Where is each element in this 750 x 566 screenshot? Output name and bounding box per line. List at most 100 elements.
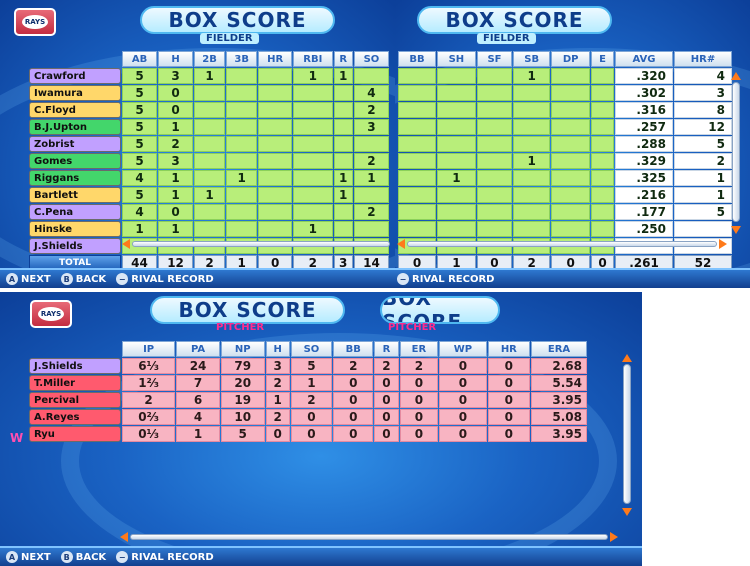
- pitch-stat-cell: 6: [176, 392, 220, 408]
- stat-cell: [551, 204, 591, 220]
- stat-cell: [437, 136, 476, 152]
- table-row[interactable]: Gomes 5 3 2: [29, 153, 389, 169]
- pitcher-rival-record-button[interactable]: − RIVAL RECORD: [116, 551, 214, 563]
- stat-cell: [551, 102, 591, 118]
- pitcher-scroll-up-icon[interactable]: [622, 354, 632, 362]
- stat-cell: [398, 153, 437, 169]
- table-row[interactable]: Percival 2 6 19 1 2 0 0 0 0 0 3.95: [29, 392, 587, 408]
- vertical-scrollbar[interactable]: [732, 82, 740, 222]
- pitcher-back-button[interactable]: B BACK: [60, 551, 106, 563]
- pitcher-scroll-left-icon[interactable]: [120, 532, 128, 542]
- pitcher-panel: RAYS BOX SCORE PITCHER BOX SCORE PITCHER…: [0, 292, 642, 566]
- stat-cell: [226, 85, 258, 101]
- table-row[interactable]: Iwamura 5 0 4: [29, 85, 389, 101]
- stat-cell: 1: [158, 221, 194, 237]
- table-row[interactable]: .316 8: [398, 102, 732, 118]
- win-marker: W: [10, 431, 24, 445]
- pitcher-scroll-right-icon[interactable]: [610, 532, 618, 542]
- stat-cell: [476, 170, 513, 186]
- stat-cell: [258, 85, 293, 101]
- pitcher-scroll-down-icon[interactable]: [622, 508, 632, 516]
- table-row[interactable]: .216 1: [398, 187, 732, 203]
- table-row[interactable]: C.Pena 4 0 2: [29, 204, 389, 220]
- scroll-right-icon[interactable]: [719, 239, 727, 249]
- pitch-column-header: ER: [399, 341, 439, 357]
- scroll-left-icon[interactable]: [122, 239, 130, 249]
- table-row[interactable]: .257 12: [398, 119, 732, 135]
- stat-cell: [333, 102, 353, 118]
- table-row[interactable]: Bartlett 5 1 1 1: [29, 187, 389, 203]
- table-row[interactable]: J.Shields 6⅓ 24 79 3 5 2 2 2 0 0 2.68: [29, 358, 587, 374]
- table-row[interactable]: A.Reyes 0⅔ 4 10 2 0 0 0 0 0 0 5.08: [29, 409, 587, 425]
- stat-cell: [513, 170, 551, 186]
- table-row[interactable]: .302 3: [398, 85, 732, 101]
- pitch-stat-cell: 10: [220, 409, 265, 425]
- stat-cell: 0: [158, 204, 194, 220]
- scroll-down-icon[interactable]: [731, 226, 741, 234]
- footer-right: − RIVAL RECORD: [395, 268, 750, 288]
- pitch-stat-cell: 1: [176, 426, 220, 442]
- scroll-up-icon[interactable]: [731, 72, 741, 80]
- stat-cell: [551, 119, 591, 135]
- stat-cell: .320: [615, 68, 673, 84]
- table-row[interactable]: C.Floyd 5 0 2: [29, 102, 389, 118]
- pitcher-horizontal-scrollbar[interactable]: [130, 534, 608, 540]
- stat-column-header: E: [591, 51, 614, 67]
- table-row[interactable]: T.Miller 1⅔ 7 20 2 1 0 0 0 0 0 5.54: [29, 375, 587, 391]
- stat-cell: .329: [615, 153, 673, 169]
- next-button[interactable]: A NEXT: [6, 273, 51, 285]
- pitch-stat-cell: 0: [439, 358, 487, 374]
- table-row[interactable]: .250: [398, 221, 732, 237]
- fielder-table-right: BB SH SF SB DP E AVG HR# 1.320 4.302 3.316 8.257 12…: [397, 50, 733, 272]
- pitch-stat-cell: 0: [374, 375, 399, 391]
- pitcher-subtitle-right: PITCHER: [388, 322, 437, 333]
- rival-record-button-right[interactable]: − RIVAL RECORD: [397, 273, 494, 285]
- stat-cell: [333, 204, 353, 220]
- stat-cell: [333, 153, 353, 169]
- pitcher-a-button-icon: A: [6, 551, 18, 563]
- stat-column-header: SF: [476, 51, 513, 67]
- pitcher-next-button[interactable]: A NEXT: [6, 551, 51, 563]
- player-name: B.J.Upton: [29, 119, 121, 135]
- scroll-left-icon-right[interactable]: [397, 239, 405, 249]
- back-button[interactable]: B BACK: [60, 273, 106, 285]
- table-row[interactable]: .288 5: [398, 136, 732, 152]
- rays-logo-pitcher: RAYS: [30, 300, 72, 328]
- stat-cell: [258, 153, 293, 169]
- pitch-stat-cell: 0: [333, 392, 374, 408]
- horizontal-scrollbar[interactable]: [132, 241, 390, 247]
- horizontal-scrollbar-right[interactable]: [407, 241, 717, 247]
- stat-cell: 1: [158, 170, 194, 186]
- stat-cell: [437, 221, 476, 237]
- stat-cell: 1: [158, 119, 194, 135]
- pitcher-vertical-scrollbar[interactable]: [623, 364, 631, 504]
- pitch-stat-cell: 2: [122, 392, 176, 408]
- stat-cell: 1: [333, 187, 353, 203]
- stat-cell: [194, 204, 226, 220]
- stat-cell: [591, 170, 614, 186]
- table-row[interactable]: Riggans 4 1 1 1 1: [29, 170, 389, 186]
- a-button-icon: A: [6, 273, 18, 285]
- table-row[interactable]: B.J.Upton 5 1 3: [29, 119, 389, 135]
- table-row[interactable]: 1 .320 4: [398, 68, 732, 84]
- table-row[interactable]: 1 .329 2: [398, 153, 732, 169]
- stat-cell: [551, 68, 591, 84]
- table-row[interactable]: Ryu 0⅓ 1 5 0 0 0 0 0 0 0 3.95: [29, 426, 587, 442]
- table-row[interactable]: Crawford 5 3 1 1 1: [29, 68, 389, 84]
- stat-cell: 1: [158, 187, 194, 203]
- table-row[interactable]: Hinske 1 1 1: [29, 221, 389, 237]
- table-row[interactable]: .177 5: [398, 204, 732, 220]
- table-row[interactable]: Zobrist 5 2: [29, 136, 389, 152]
- pitcher-b-button-icon: B: [60, 551, 73, 563]
- fielder-table-left: AB H 2B 3B HR RBI R SO Crawford 5 3 1 1 1 Iwamura 5 0 4 C…: [28, 50, 390, 272]
- stat-cell: [513, 204, 551, 220]
- table-row[interactable]: 1.325 1: [398, 170, 732, 186]
- stat-cell: [591, 119, 614, 135]
- stat-cell: 3: [158, 68, 194, 84]
- stat-cell: [591, 102, 614, 118]
- stat-cell: [293, 187, 333, 203]
- stat-cell: [437, 187, 476, 203]
- pitch-stat-cell: 0: [333, 426, 374, 442]
- stat-cell: [398, 102, 437, 118]
- rival-record-button[interactable]: − RIVAL RECORD: [116, 273, 214, 285]
